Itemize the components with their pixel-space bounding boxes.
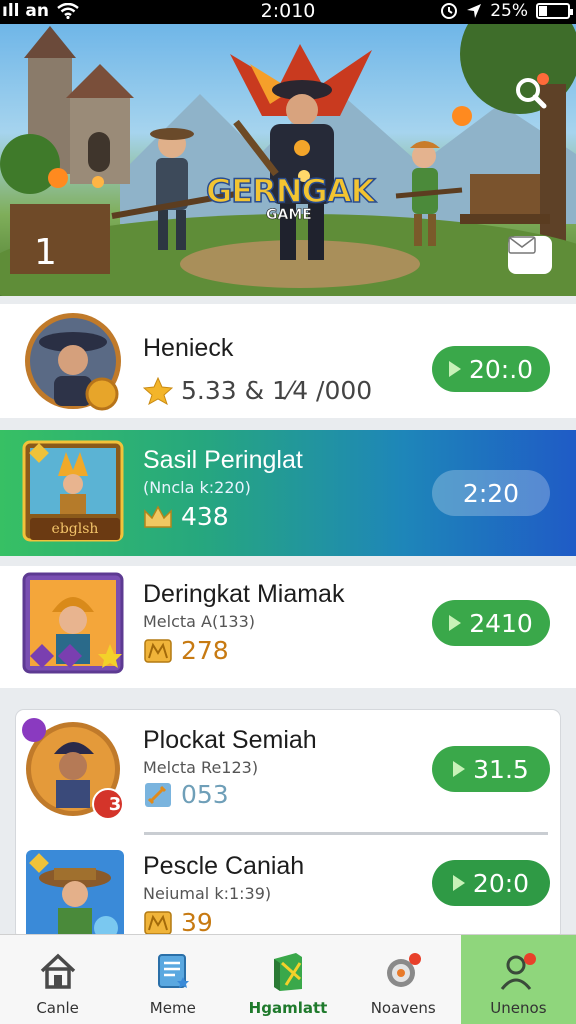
- game-logo-subtitle: GAME: [266, 207, 312, 224]
- document-icon: [151, 949, 195, 993]
- gold-block-icon: [144, 910, 172, 935]
- chevron-down-icon: [508, 236, 536, 254]
- game-subtitle: (Nncla k:220): [143, 478, 251, 497]
- game-subtitle: Neiumal k:1:39): [143, 884, 272, 903]
- row-divider: [144, 832, 548, 835]
- battery-icon: [536, 3, 573, 19]
- play-button-label: 2410: [469, 608, 533, 638]
- play-icon: [448, 361, 461, 377]
- gold-block-icon: [144, 638, 172, 663]
- play-button-label: 31.5: [473, 754, 529, 784]
- nav-label: Meme: [149, 999, 196, 1017]
- nav-item-home[interactable]: Canle: [0, 935, 115, 1024]
- game-name: Sasil Peringlat: [143, 446, 303, 474]
- sword-icon: [145, 782, 171, 807]
- level-badge: 3: [108, 794, 122, 815]
- game-name: Deringkat Miamak: [143, 580, 345, 608]
- home-icon: [36, 949, 80, 993]
- game-avatar: [26, 850, 124, 940]
- play-button[interactable]: 20:0: [432, 860, 550, 906]
- nav-item-hgamlatt[interactable]: Hgamlatt: [230, 935, 345, 1024]
- search-icon: [516, 73, 549, 109]
- game-box-icon: [266, 949, 310, 993]
- nav-label: Canle: [36, 999, 79, 1017]
- game-avatar: [22, 572, 124, 674]
- game-stat: 053: [143, 780, 229, 809]
- play-button-label: 20:.0: [468, 354, 534, 384]
- play-button-label: 2:20: [462, 478, 520, 508]
- game-subtitle: Melcta A(133): [143, 612, 256, 631]
- star-icon: [143, 376, 173, 405]
- battery-percent: 25%: [490, 1, 528, 21]
- game-card[interactable]: Deringkat Miamak Melcta A(133) 278 2410: [0, 566, 576, 688]
- play-button[interactable]: 2410: [432, 600, 550, 646]
- play-button[interactable]: 20:.0: [432, 346, 550, 392]
- play-button[interactable]: 2:20: [432, 470, 550, 516]
- game-logo: GERNGAK: [205, 171, 376, 211]
- game-group: 3 Plockat Semiah Melcta Re123) 053 31.5: [16, 710, 560, 940]
- game-card-highlighted[interactable]: ebglsh Sasil Peringlat (Nncla k:220) 438…: [0, 430, 576, 556]
- play-icon: [453, 761, 466, 777]
- location-arrow-icon: [467, 4, 482, 18]
- game-card[interactable]: 3 Plockat Semiah Melcta Re123) 053 31.5: [16, 710, 560, 830]
- game-stat: 278: [143, 636, 229, 665]
- crown-icon: [144, 504, 172, 528]
- nav-label: Hgamlatt: [248, 999, 328, 1017]
- alarm-icon: [441, 3, 458, 19]
- nav-item-meme[interactable]: Meme: [115, 935, 230, 1024]
- play-button-label: 20:0: [472, 868, 530, 898]
- game-stat: 438: [143, 502, 229, 531]
- rating-extra: & 1⁄4 /000: [244, 376, 373, 405]
- play-icon: [449, 615, 462, 631]
- game-card[interactable]: Pescle Caniah Neiumal k:1:39) 39 20:0: [16, 840, 560, 940]
- hero-banner[interactable]: GERNGAK GAME 1: [0, 24, 576, 296]
- game-rating: 5.33 & 1⁄4 /000: [143, 376, 372, 405]
- game-name: Plockat Semiah: [143, 726, 317, 754]
- status-bar: ıll an 2:010 25%: [0, 0, 576, 24]
- game-name: Henieck: [143, 334, 234, 362]
- banner-artwork: [0, 24, 576, 296]
- nav-label: Noavens: [370, 999, 436, 1017]
- target-icon: [381, 949, 425, 993]
- stat-value: 438: [181, 502, 229, 531]
- nav-item-noavens[interactable]: Noavens: [346, 935, 461, 1024]
- search-button[interactable]: [512, 70, 552, 110]
- rating-value: 5.33: [181, 376, 237, 405]
- stat-value: 278: [181, 636, 229, 665]
- stat-value: 39: [181, 908, 213, 937]
- banner-page-indicator: 1: [34, 232, 57, 273]
- game-name: Pescle Caniah: [143, 852, 305, 880]
- play-icon: [452, 875, 465, 891]
- status-icons: 25%: [440, 1, 573, 21]
- bottom-navigation: Canle Meme Hgamlatt Noavens Unenos: [0, 934, 576, 1024]
- battery-fill: [539, 6, 547, 16]
- game-avatar: [25, 313, 121, 411]
- nav-label: Unenos: [490, 999, 547, 1017]
- game-stat: 39: [143, 908, 213, 937]
- stat-value: 053: [181, 780, 229, 809]
- game-badge: ebglsh: [30, 518, 120, 540]
- play-button[interactable]: 31.5: [432, 746, 550, 792]
- game-card[interactable]: Henieck 5.33 & 1⁄4 /000 20:.0: [0, 304, 576, 418]
- banner-dropdown-button[interactable]: [508, 236, 552, 274]
- nav-item-unenos[interactable]: Unenos: [460, 935, 576, 1024]
- person-icon: [496, 949, 540, 993]
- game-subtitle: Melcta Re123): [143, 758, 259, 777]
